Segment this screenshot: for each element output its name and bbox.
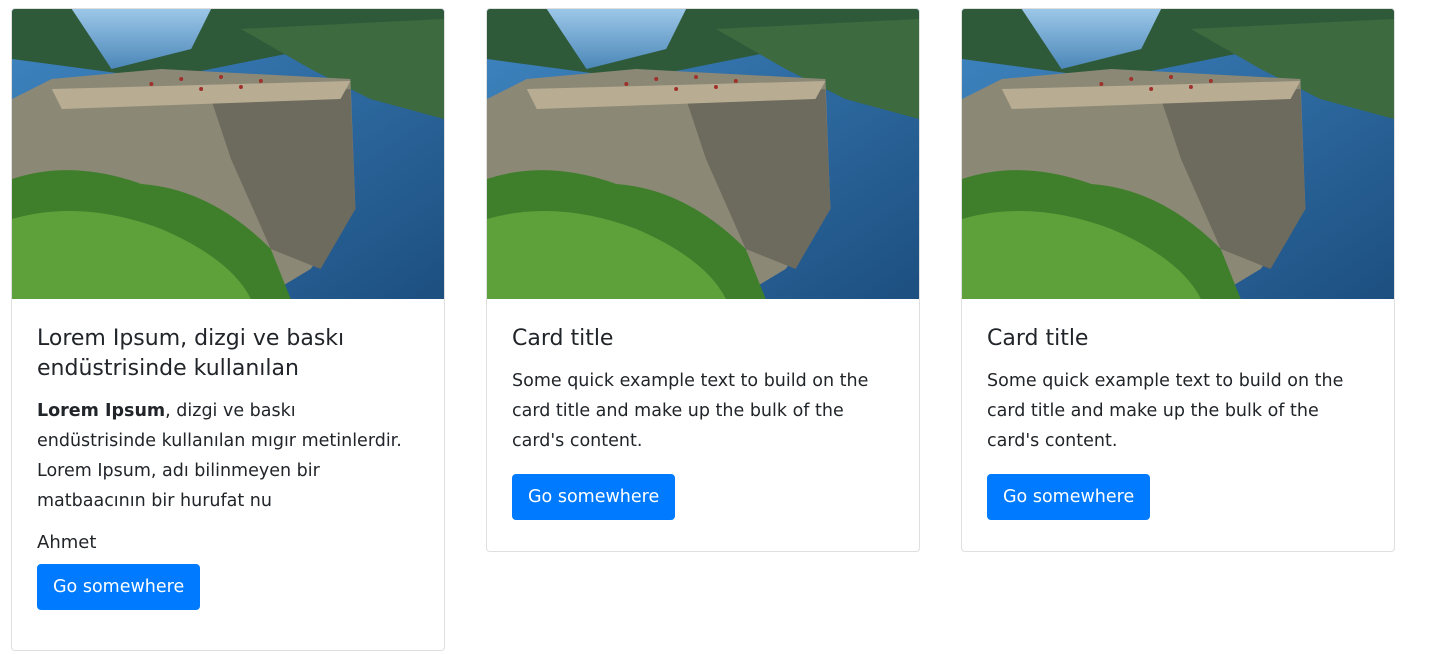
card-body: Lorem Ipsum, dizgi ve baskı endüstrisind… [12,299,444,635]
go-somewhere-button[interactable]: Go somewhere [987,474,1151,520]
card-text: Some quick example text to build on the … [987,371,1344,451]
go-somewhere-button[interactable]: Go somewhere [37,564,201,610]
card-title: Card title [987,326,1089,351]
card-body: Card title Some quick example text to bu… [962,299,1394,545]
card-title: Lorem Ipsum, dizgi ve baskı endüstrisind… [37,326,345,381]
go-somewhere-button[interactable]: Go somewhere [512,474,676,520]
card-3: Card title Some quick example text to bu… [961,8,1395,552]
card-image-cliff [12,9,444,299]
card-image-cliff [962,9,1394,299]
card-2: Card title Some quick example text to bu… [486,8,920,552]
card-text: Some quick example text to build on the … [512,371,869,451]
card-text: Lorem Ipsum, dizgi ve baskı endüstrisind… [37,396,419,516]
card-author: Ahmet [37,532,97,553]
card-title: Card title [512,326,614,351]
card-body: Card title Some quick example text to bu… [487,299,919,545]
card-text-bold: Lorem Ipsum [37,401,166,421]
card-image-cliff [487,9,919,299]
card-1: Lorem Ipsum, dizgi ve baskı endüstrisind… [11,8,445,651]
